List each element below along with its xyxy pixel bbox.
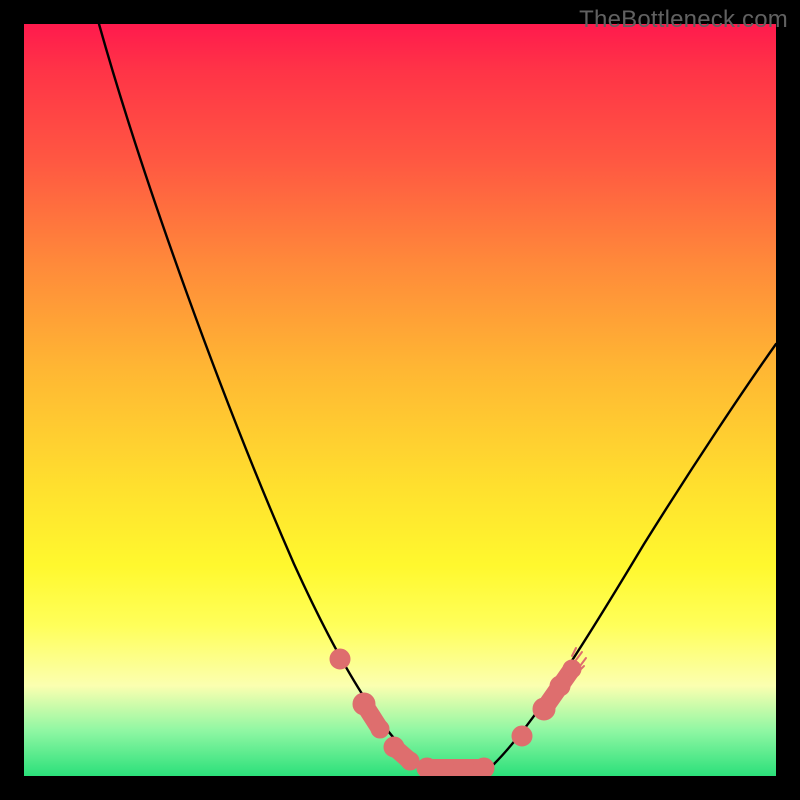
marker-dot — [353, 693, 375, 715]
marker-dot — [512, 726, 532, 746]
marker-dot — [417, 758, 437, 776]
marker-dot — [384, 737, 404, 757]
marker-dot — [550, 676, 570, 696]
marker-dot — [474, 758, 494, 776]
marker-dot — [401, 752, 419, 770]
bottleneck-curve-plot — [24, 24, 776, 776]
marker-dot — [533, 698, 555, 720]
whisker-mark — [580, 658, 586, 666]
marker-dot — [563, 660, 581, 678]
curve-left-branch — [99, 24, 419, 764]
marker-dot — [371, 720, 389, 738]
marker-dot — [330, 649, 350, 669]
